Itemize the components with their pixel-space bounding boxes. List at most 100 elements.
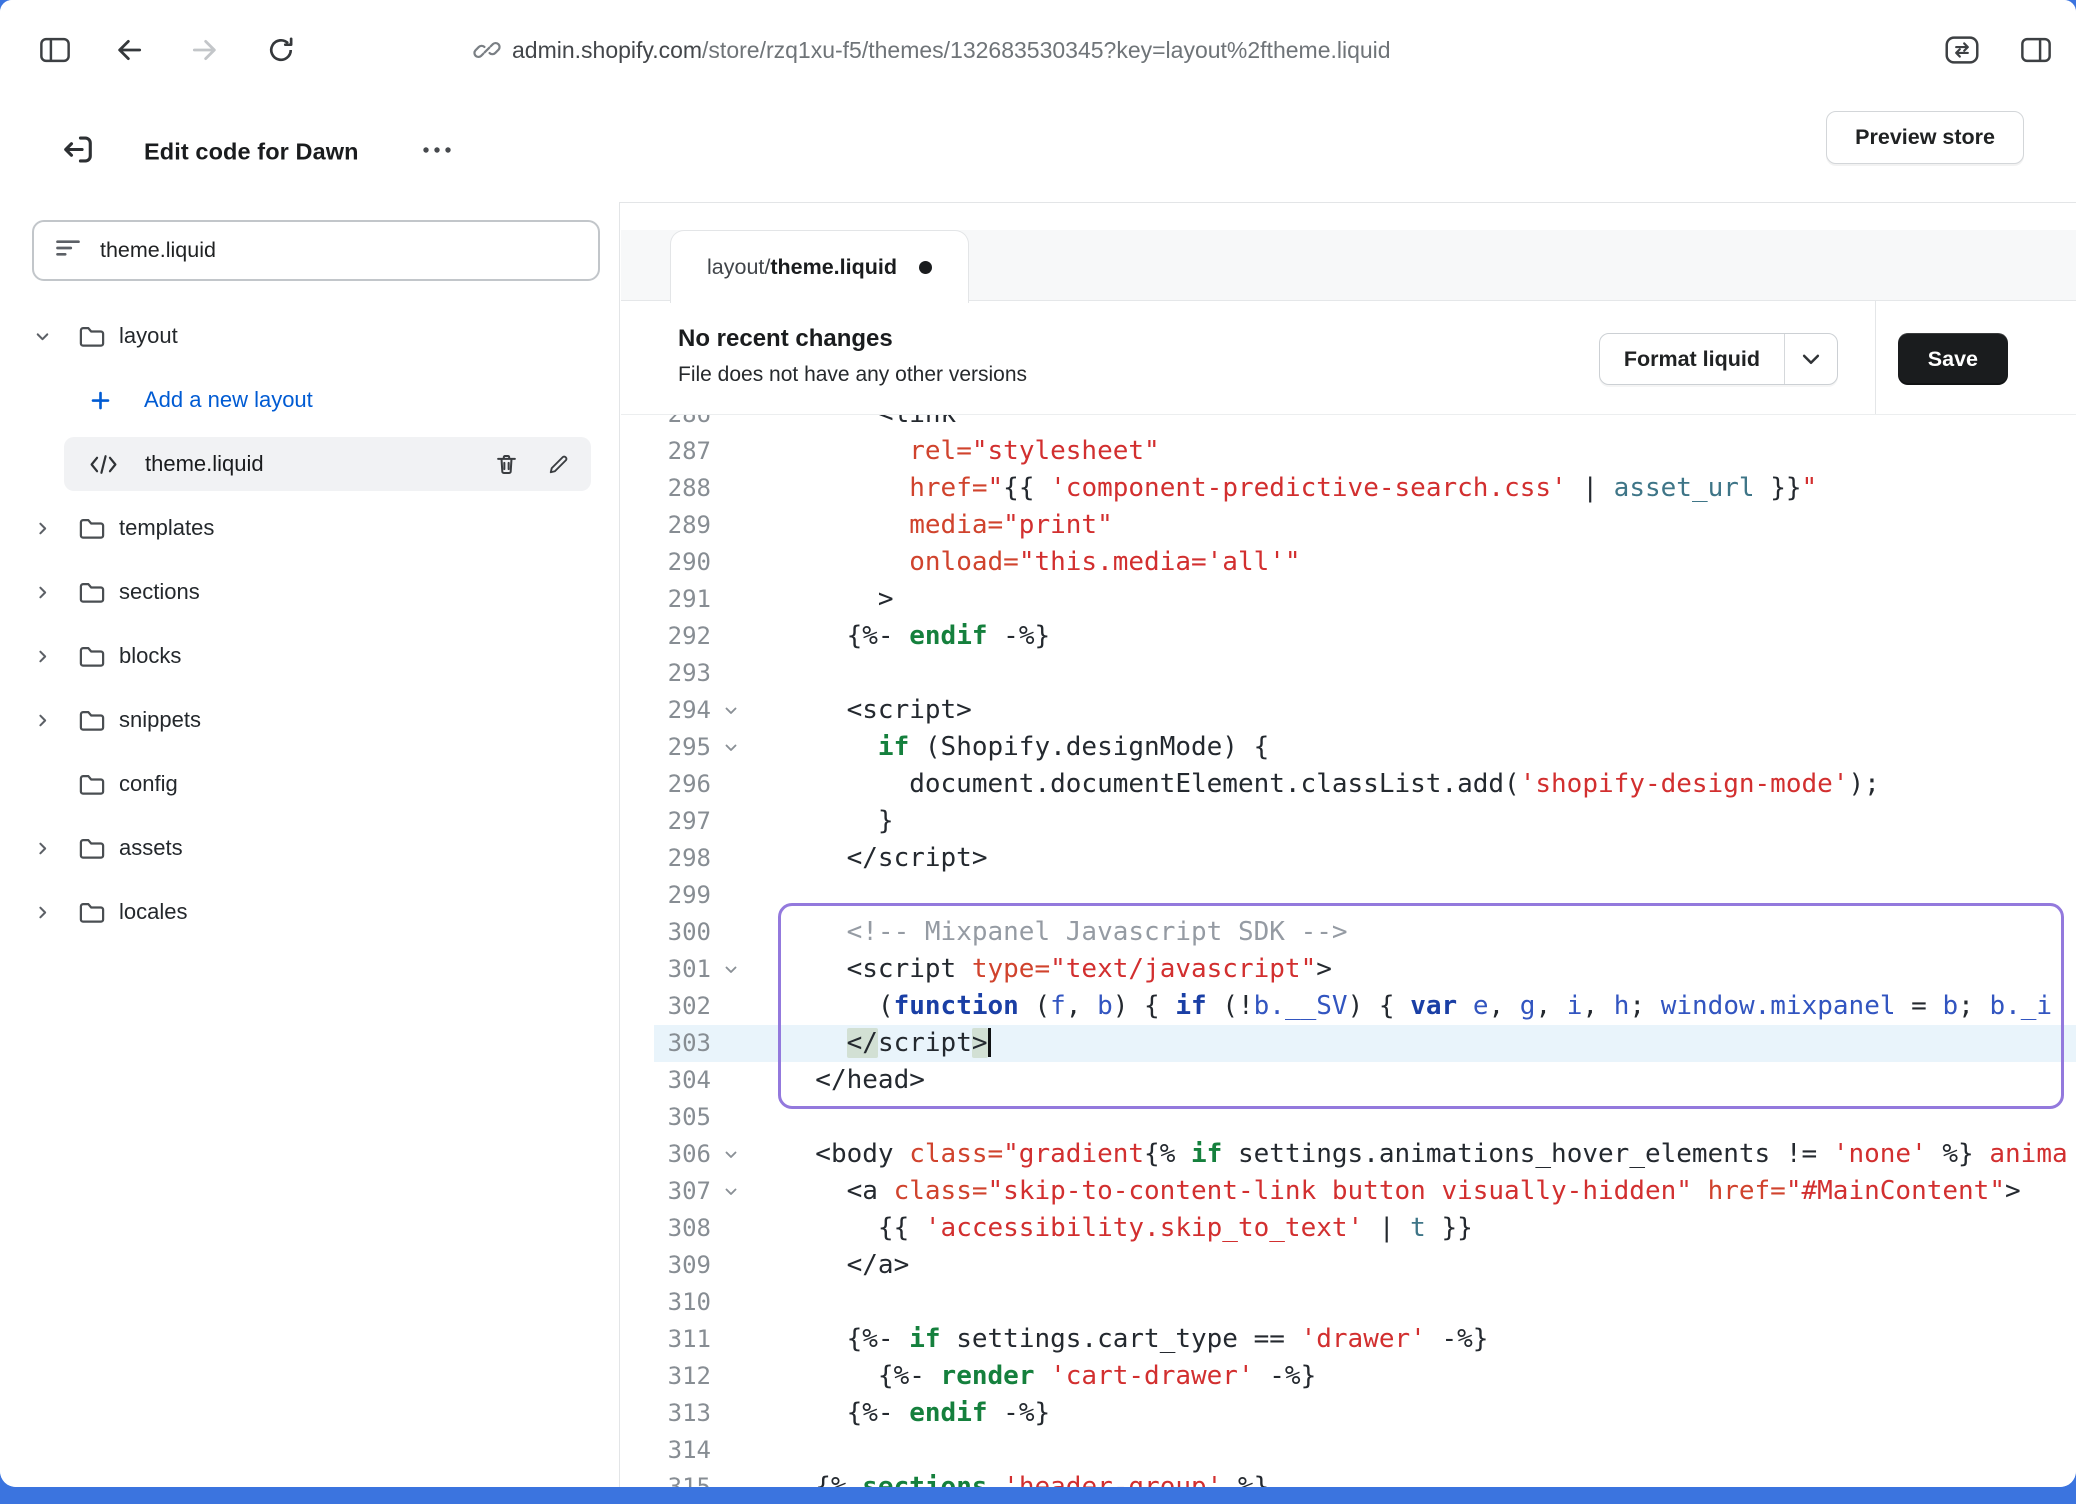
chevron-right-icon[interactable] <box>34 904 78 921</box>
address-bar[interactable]: admin.shopify.com/store/rzq1xu-f5/themes… <box>512 0 1391 100</box>
code-line-297[interactable]: 297 } <box>654 803 2076 840</box>
fold-chevron-icon[interactable] <box>711 1173 784 1210</box>
code-token[interactable]: {{ <box>1003 473 1050 503</box>
code-text[interactable]: {%- endif -%} <box>784 618 1050 655</box>
code-text[interactable]: </head> <box>784 1062 925 1099</box>
tab-layout-theme-liquid[interactable]: layout/theme.liquid <box>670 230 969 303</box>
sidebar-toggle-icon[interactable] <box>38 35 72 65</box>
sidebar-item-templates[interactable]: templates <box>0 496 619 560</box>
code-token[interactable]: window.mixpanel <box>1661 991 1896 1021</box>
pencil-icon[interactable] <box>546 452 571 477</box>
code-token[interactable]: ); <box>1848 769 1879 799</box>
code-token[interactable]: b._i <box>1989 991 2052 1021</box>
code-text[interactable]: <link <box>784 414 956 433</box>
code-text[interactable]: (function (f, b) { if (!b.__SV) { var e,… <box>784 988 2052 1025</box>
sidebar-item-config[interactable]: config <box>0 752 619 816</box>
code-token[interactable]: </a> <box>784 1250 909 1280</box>
code-token[interactable]: f <box>1050 991 1066 1021</box>
code-token[interactable]: -%} <box>988 621 1051 651</box>
code-token[interactable]: class= <box>894 1176 988 1206</box>
exit-editor-icon[interactable] <box>58 131 98 172</box>
code-token[interactable] <box>784 473 909 503</box>
code-token[interactable]: </ <box>847 1028 878 1058</box>
code-text[interactable]: {%- endif -%} <box>784 1395 1050 1432</box>
code-token[interactable] <box>1692 1176 1708 1206</box>
code-token[interactable]: settings.animations_hover_elements != <box>1222 1139 1832 1169</box>
code-text[interactable]: </script> <box>784 1025 991 1062</box>
code-token[interactable]: ( <box>1019 991 1050 1021</box>
code-text[interactable]: {{ 'accessibility.skip_to_text' | t }} <box>784 1210 1473 1247</box>
code-token[interactable]: function <box>894 991 1019 1021</box>
code-token[interactable]: e <box>1473 991 1489 1021</box>
code-token[interactable]: " <box>1802 473 1818 503</box>
sidebar-item-layout[interactable]: layout <box>0 304 619 368</box>
code-line-287[interactable]: 287 rel="stylesheet" <box>654 433 2076 470</box>
code-token[interactable]: > <box>2005 1176 2021 1206</box>
code-text[interactable]: href="{{ 'component-predictive-search.cs… <box>784 470 1817 507</box>
reload-icon[interactable] <box>265 34 297 66</box>
right-sidebar-toggle-icon[interactable] <box>2019 35 2053 65</box>
code-token[interactable]: media= <box>909 510 1003 540</box>
code-token[interactable]: asset_url <box>1614 473 1755 503</box>
more-menu-icon[interactable] <box>420 143 454 161</box>
code-text[interactable]: </script> <box>784 840 988 877</box>
code-token[interactable]: href= <box>1708 1176 1786 1206</box>
code-token[interactable]: anima <box>1974 1139 2068 1169</box>
code-line-311[interactable]: 311 {%- if settings.cart_type == 'drawer… <box>654 1321 2076 1358</box>
code-text[interactable]: <script type="text/javascript"> <box>784 951 1332 988</box>
code-line-308[interactable]: 308 {{ 'accessibility.skip_to_text' | t … <box>654 1210 2076 1247</box>
code-line-293[interactable]: 293 <box>654 655 2076 692</box>
code-token[interactable]: -%} <box>1426 1324 1489 1354</box>
code-token[interactable]: <!-- Mixpanel Javascript SDK --> <box>847 917 1348 947</box>
code-token[interactable]: <a <box>784 1176 894 1206</box>
code-token[interactable] <box>784 436 909 466</box>
code-line-309[interactable]: 309 </a> <box>654 1247 2076 1284</box>
sidebar-item-snippets[interactable]: snippets <box>0 688 619 752</box>
code-text[interactable]: <script> <box>784 692 972 729</box>
file-search-input[interactable] <box>98 237 578 264</box>
format-liquid-button[interactable]: Format liquid <box>1599 333 1838 385</box>
code-editor[interactable]: 286 <link287 rel="stylesheet"288 href="{… <box>621 414 2076 1487</box>
code-token[interactable]: b <box>1097 991 1113 1021</box>
code-token[interactable]: 'none' <box>1833 1139 1927 1169</box>
code-token[interactable]: b <box>1942 991 1958 1021</box>
code-token[interactable] <box>784 1028 847 1058</box>
code-token[interactable]: endif <box>909 1398 987 1428</box>
code-token[interactable]: } <box>784 806 894 836</box>
code-line-289[interactable]: 289 media="print" <box>654 507 2076 544</box>
code-token[interactable]: 'cart-drawer' <box>1050 1361 1254 1391</box>
save-button[interactable]: Save <box>1898 333 2008 385</box>
code-line-296[interactable]: 296 document.documentElement.classList.a… <box>654 766 2076 803</box>
code-line-313[interactable]: 313 {%- endif -%} <box>654 1395 2076 1432</box>
code-text[interactable]: rel="stylesheet" <box>784 433 1160 470</box>
code-token[interactable]: | <box>1567 473 1614 503</box>
code-line-299[interactable]: 299 <box>654 877 2076 914</box>
code-token[interactable]: {% <box>784 1472 862 1487</box>
code-line-306[interactable]: 306 <body class="gradient{% if settings.… <box>654 1136 2076 1173</box>
code-token[interactable]: , <box>1582 991 1613 1021</box>
code-line-312[interactable]: 312 {%- render 'cart-drawer' -%} <box>654 1358 2076 1395</box>
code-token[interactable]: -%} <box>1254 1361 1317 1391</box>
code-line-304[interactable]: 304 </head> <box>654 1062 2076 1099</box>
code-token[interactable]: var <box>1410 991 1457 1021</box>
code-token[interactable]: 'drawer' <box>1301 1324 1426 1354</box>
code-token[interactable]: render <box>941 1361 1035 1391</box>
code-token[interactable]: ) { <box>1348 991 1411 1021</box>
code-token[interactable] <box>784 510 909 540</box>
code-token[interactable]: "#MainContent" <box>1786 1176 2005 1206</box>
code-token[interactable] <box>1457 991 1473 1021</box>
code-line-301[interactable]: 301 <script type="text/javascript"> <box>654 951 2076 988</box>
fold-chevron-icon[interactable] <box>711 1136 784 1173</box>
code-token[interactable]: , <box>1488 991 1519 1021</box>
code-token[interactable]: <script> <box>784 695 972 725</box>
code-token[interactable]: | <box>1363 1213 1410 1243</box>
code-token[interactable]: if <box>1191 1139 1222 1169</box>
code-token[interactable]: script <box>878 1028 972 1058</box>
code-text[interactable]: {%- render 'cart-drawer' -%} <box>784 1358 1316 1395</box>
code-token[interactable]: if <box>1175 991 1206 1021</box>
extensions-icon[interactable] <box>1944 34 1980 66</box>
code-line-315[interactable]: 315 {% sections 'header-group' %} <box>654 1469 2076 1487</box>
code-token[interactable]: g <box>1520 991 1536 1021</box>
code-text[interactable]: {%- if settings.cart_type == 'drawer' -%… <box>784 1321 1488 1358</box>
code-token[interactable]: }} <box>1426 1213 1473 1243</box>
